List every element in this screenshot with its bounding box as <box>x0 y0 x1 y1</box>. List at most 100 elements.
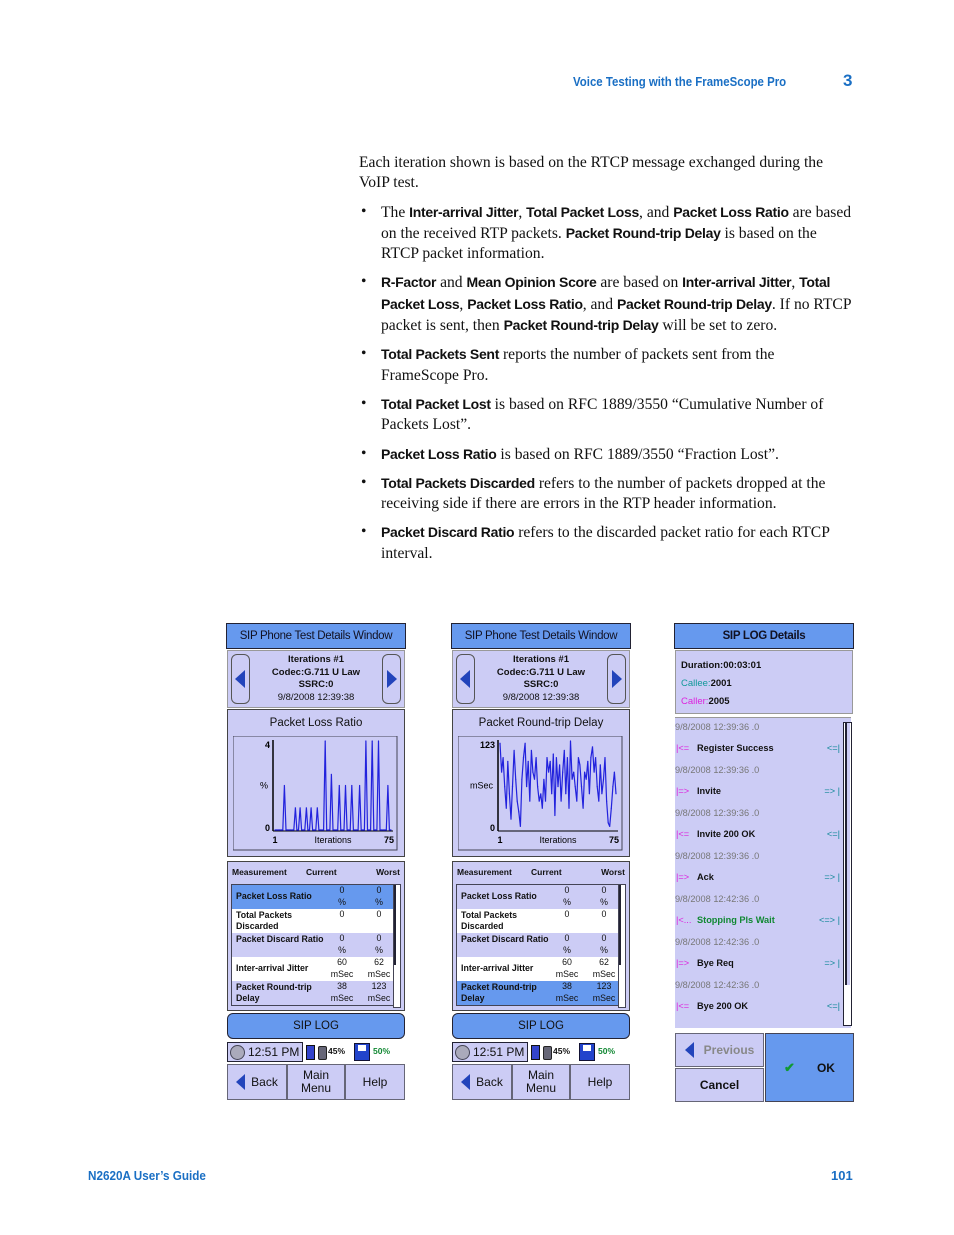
back-button[interactable]: Back <box>452 1064 512 1100</box>
worst-number: 0 <box>376 909 382 919</box>
measurement-row[interactable]: Inter-arrival Jitter 60 mSec 62 mSec <box>232 957 394 981</box>
data-point <box>276 829 278 831</box>
data-point <box>352 829 354 831</box>
measurement-row[interactable]: Total Packets Discarded 0 0 <box>232 909 394 933</box>
next-iteration-button[interactable] <box>382 654 401 704</box>
data-point <box>499 742 501 744</box>
sip-log-list[interactable]: 9/8/2008 12:39:36 .0 |<= Register Success… <box>675 717 852 1028</box>
back-button[interactable]: Back <box>227 1064 287 1100</box>
caller-label: Caller: <box>681 696 709 707</box>
bullet-item: • R-Factor and Mean Opinion Score are bas… <box>359 272 854 336</box>
measurement-row[interactable]: Packet Round-trip Delay 38 mSec 123 mSec <box>232 981 394 1005</box>
current-value: 38 mSec <box>327 981 357 1004</box>
ok-button[interactable]: ✔ OK <box>765 1033 854 1102</box>
data-point <box>381 829 383 831</box>
bold-term: Packet Round-trip Delay <box>503 317 659 334</box>
measurement-row[interactable]: Packet Loss Ratio 0% 0% <box>232 885 394 909</box>
log-scrollbar-thumb[interactable] <box>845 723 850 985</box>
data-point <box>307 829 309 831</box>
iteration-info-box: Iterations #1 Codec:G.711 U Law SSRC:0 9… <box>452 650 630 708</box>
data-point <box>510 818 512 820</box>
help-button[interactable]: Help <box>345 1064 405 1100</box>
data-point <box>385 829 387 831</box>
bold-term: Total Packet Lost <box>381 395 491 412</box>
data-point <box>366 829 369 831</box>
data-point <box>370 829 372 831</box>
data-point <box>530 749 532 751</box>
current-unit: mSec <box>555 968 579 979</box>
clock[interactable]: 12:51 PM <box>227 1042 303 1062</box>
y-tick-label: 0 <box>490 823 495 833</box>
data-point <box>293 829 295 831</box>
status-bar: 12:51 PM 45% 50% <box>226 1041 406 1063</box>
measurement-row[interactable]: Packet Loss Ratio 0% 0% <box>457 885 619 909</box>
data-point <box>374 829 376 831</box>
data-point <box>330 773 332 775</box>
measurement-row[interactable]: Inter-arrival Jitter 60 mSec 62 mSec <box>457 957 619 981</box>
current-value: 60 mSec <box>327 957 357 980</box>
bullet-text: The <box>381 203 410 221</box>
data-point <box>507 760 509 762</box>
data-point <box>588 793 590 795</box>
bullet-item: • Total Packets Sent reports the number o… <box>359 344 854 386</box>
next-iteration-button[interactable] <box>607 654 626 704</box>
data-point <box>277 829 279 831</box>
table-scrollbar[interactable] <box>393 884 401 1008</box>
main-menu-button[interactable]: Main Menu <box>287 1064 345 1100</box>
measurement-name: Total Packets Discarded <box>461 910 518 931</box>
previous-iteration-button[interactable] <box>456 654 475 704</box>
previous-iteration-button[interactable] <box>231 654 250 704</box>
data-point <box>515 778 517 780</box>
previous-button[interactable]: Previous <box>675 1033 764 1067</box>
iteration-timestamp: 9/8/2008 12:39:38 <box>502 691 580 703</box>
help-button[interactable]: Help <box>570 1064 630 1100</box>
x-tick-label: 1 <box>272 835 277 845</box>
main-menu-button[interactable]: Main Menu <box>512 1064 570 1100</box>
data-point <box>519 825 521 827</box>
table-scrollbar[interactable] <box>618 884 626 1008</box>
measurement-row[interactable]: Total Packets Discarded 0 0 <box>457 909 619 933</box>
bullet-text: , and <box>582 295 617 313</box>
clock[interactable]: 12:51 PM <box>452 1042 528 1062</box>
data-point <box>557 786 559 788</box>
table-body: Packet Loss Ratio 0% 0% Total Packets Di… <box>231 884 395 1006</box>
data-point <box>379 829 381 831</box>
data-point <box>571 778 573 780</box>
bold-term: Packet Loss Ratio <box>467 295 583 312</box>
data-point <box>548 771 550 773</box>
sip-log-button[interactable]: SIP LOG <box>452 1013 630 1039</box>
back-label: Back <box>251 1074 278 1089</box>
measurement-row[interactable]: Packet Discard Ratio 0% 0% <box>232 933 394 957</box>
table-scrollbar-thumb[interactable] <box>394 885 402 965</box>
measurement-row[interactable]: Packet Discard Ratio 0% 0% <box>457 933 619 957</box>
left-arrow-icon <box>235 670 245 688</box>
codec: Codec:G.711 U Law <box>271 666 361 678</box>
log-scrollbar[interactable] <box>843 722 852 1026</box>
measurement-table: Measurement Current Worst Packet Loss Ra… <box>227 861 405 1011</box>
table-body: Packet Loss Ratio 0% 0% Total Packets Di… <box>456 884 620 1006</box>
worst-unit: mSec <box>367 992 391 1003</box>
measurement-name: Packet Loss Ratio <box>236 891 312 901</box>
bold-term: Inter-arrival Jitter <box>682 274 792 291</box>
x-tick-label: 1 <box>497 835 502 845</box>
checkmark-icon: ✔ <box>784 1059 795 1075</box>
data-point <box>310 807 312 809</box>
current-unit: mSec <box>555 992 579 1003</box>
data-point <box>282 829 284 831</box>
measurement-row[interactable]: Packet Round-trip Delay 38 mSec 123 mSec <box>457 981 619 1005</box>
table-scrollbar-thumb[interactable] <box>619 885 627 965</box>
data-point <box>360 829 362 831</box>
sip-log-button[interactable]: SIP LOG <box>227 1013 405 1039</box>
sip-log-label: SIP LOG <box>293 1020 339 1032</box>
cancel-label: Cancel <box>699 1078 740 1092</box>
measurement-name: Packet Round-trip Delay <box>236 982 312 1003</box>
worst-unit: mSec <box>592 992 616 1003</box>
cancel-button[interactable]: Cancel <box>675 1068 764 1102</box>
log-timestamp: 9/8/2008 12:42:36 .0 <box>675 894 760 904</box>
bullet-text: are based on <box>596 274 683 292</box>
data-point <box>291 829 293 831</box>
data-point <box>595 757 597 759</box>
bullet-glyph: • <box>361 202 367 220</box>
clock-icon <box>455 1045 470 1060</box>
data-point <box>363 829 365 831</box>
